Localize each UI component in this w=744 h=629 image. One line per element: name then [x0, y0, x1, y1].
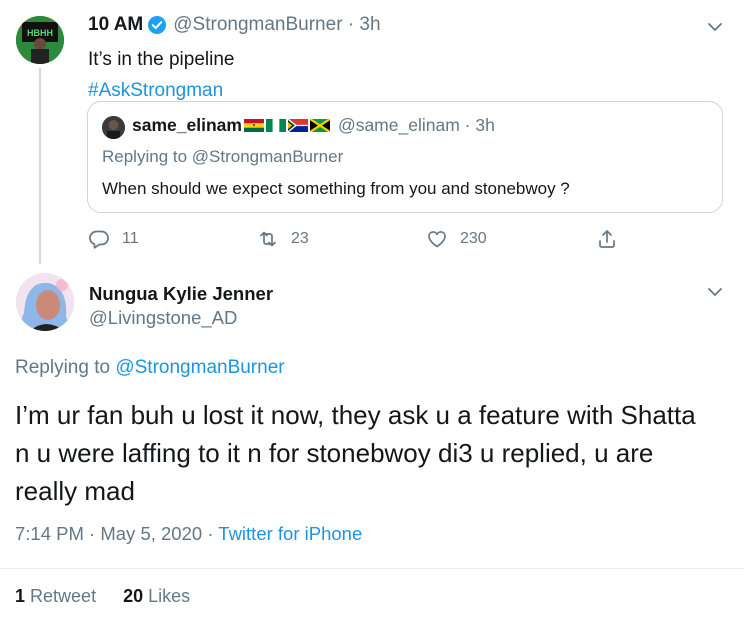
separator-dot: · [459, 115, 476, 135]
svg-text:HBHH: HBHH [27, 28, 53, 38]
south-africa-flag-icon [287, 119, 308, 132]
divider [0, 568, 744, 569]
tweet-date-link[interactable]: May 5, 2020 [100, 523, 202, 544]
thread-line [39, 68, 41, 264]
chevron-down-icon[interactable] [704, 16, 726, 38]
heart-icon [428, 231, 446, 248]
replying-handle-link[interactable]: @StrongmanBurner [115, 357, 284, 378]
retweet-count: 23 [291, 230, 309, 247]
like-total: 20 [123, 586, 144, 606]
main-tweet-text: I’m ur fan buh u lost it now, they ask u… [15, 400, 696, 506]
parent-tweet-text: It’s in the pipeline #AskStrongman [88, 44, 234, 106]
ghana-flag-icon [243, 119, 264, 132]
reply-icon [89, 230, 109, 249]
avatar-strongman[interactable]: HBHH [16, 16, 64, 64]
tweet-metadata: 7:14 PM · May 5, 2020 · Twitter for iPho… [15, 523, 362, 545]
retweets-stat[interactable]: 1 Retweet [15, 586, 96, 606]
reply-button[interactable]: 11 [88, 228, 139, 250]
retweet-total: 1 [15, 586, 26, 606]
like-count: 230 [460, 230, 487, 247]
retweet-label: Retweet [30, 586, 97, 606]
like-button[interactable]: 230 [426, 228, 487, 250]
replying-prefix: Replying to [15, 357, 111, 378]
likes-stat[interactable]: 20 Likes [123, 586, 190, 606]
quoted-tweet-header: same_elinam @same_elinam · 3h [132, 115, 495, 136]
engagement-stats: 1 Retweet 20 Likes [15, 586, 190, 607]
reply-count: 11 [122, 230, 139, 247]
share-button[interactable] [596, 228, 630, 250]
tweet-time-link[interactable]: 7:14 PM [15, 523, 84, 544]
main-display-name[interactable]: Nungua Kylie Jenner [89, 283, 273, 305]
parent-tweet-header: 10 AM @StrongmanBurner · 3h [88, 14, 381, 36]
quoted-display-name[interactable]: same_elinam [132, 115, 242, 136]
quoted-time[interactable]: 3h [475, 115, 494, 136]
tweet-body: It’s in the pipeline [88, 49, 235, 70]
separator-dot: · [89, 523, 101, 544]
main-handle[interactable]: @Livingstone_AD [89, 307, 237, 329]
quoted-replying-to: Replying to @StrongmanBurner [102, 147, 343, 167]
jamaica-flag-icon [309, 119, 330, 132]
share-icon [599, 230, 615, 248]
quoted-tweet-card[interactable]: same_elinam @same_elinam · 3h Replying t… [87, 101, 723, 213]
like-label: Likes [148, 586, 191, 606]
avatar-same-elinam[interactable] [102, 116, 125, 139]
display-name[interactable]: 10 AM [88, 14, 143, 36]
retweet-button[interactable]: 23 [257, 228, 309, 250]
quoted-handle[interactable]: @same_elinam [338, 115, 460, 136]
retweet-icon [260, 231, 276, 247]
avatar-nungua-kylie-jenner[interactable] [16, 273, 74, 331]
handle[interactable]: @StrongmanBurner [173, 14, 342, 36]
flag-emojis [243, 119, 332, 132]
nigeria-flag-icon [265, 119, 286, 132]
replying-prefix: Replying to [102, 147, 188, 166]
quoted-tweet-text: When should we expect something from you… [102, 179, 570, 198]
main-replying-to: Replying to @StrongmanBurner [15, 357, 285, 379]
tweet-source-link[interactable]: Twitter for iPhone [218, 523, 362, 544]
separator-dot: · [342, 14, 360, 35]
verified-badge-icon [147, 15, 167, 35]
tweet-time[interactable]: 3h [359, 14, 380, 36]
replying-handle: @StrongmanBurner [191, 147, 344, 166]
separator-dot: · [207, 523, 219, 544]
chevron-down-icon[interactable] [704, 281, 726, 303]
